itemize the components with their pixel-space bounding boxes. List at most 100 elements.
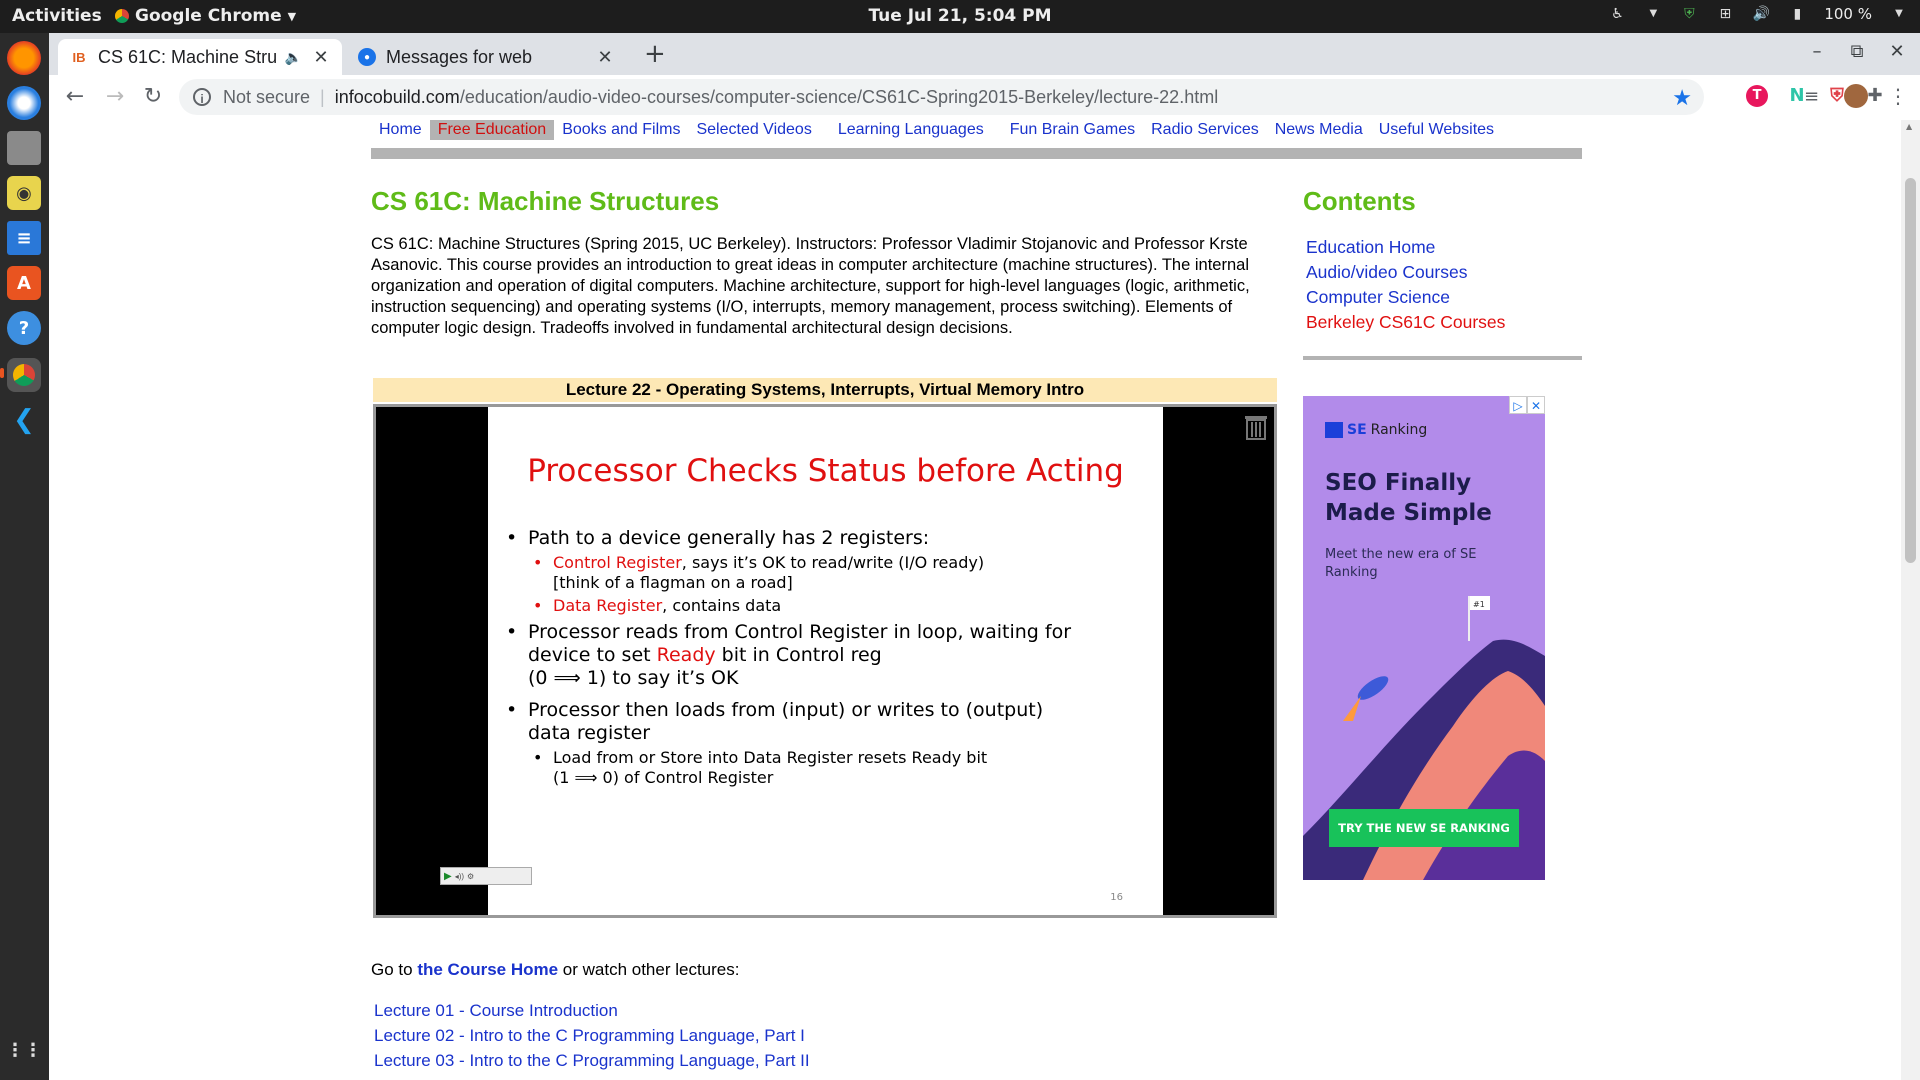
url-host: infocobuild.com <box>334 86 460 107</box>
close-tab-icon[interactable]: ✕ <box>594 47 616 68</box>
play-icon[interactable]: ▶ <box>444 871 452 882</box>
nav-item-useful-websites[interactable]: Useful Websites <box>1371 120 1502 140</box>
volume-icon[interactable]: 🔊 <box>1752 5 1770 23</box>
audio-playing-icon[interactable]: 🔈 <box>285 49 302 66</box>
ad-choices-icon[interactable]: ▷ <box>1509 396 1527 414</box>
system-top-bar: Activities Google Chrome ▼ Tue Jul 21, 5… <box>0 0 1920 33</box>
contents-divider <box>1303 356 1582 360</box>
nav-item-radio-services[interactable]: Radio Services <box>1143 120 1267 140</box>
course-home-link[interactable]: the Course Home <box>417 960 558 979</box>
reload-icon[interactable]: ↻ <box>139 83 167 111</box>
tab-messages[interactable]: ● Messages for web ✕ <box>346 39 626 75</box>
nav-item-selected-videos[interactable]: Selected Videos <box>688 120 819 140</box>
slide-page-number: 16 <box>1110 892 1123 903</box>
help-icon[interactable]: ? <box>7 311 41 345</box>
close-window-icon[interactable]: ✕ <box>1885 41 1909 62</box>
active-app-indicator <box>0 368 4 378</box>
slide-bullet: Processor then loads from (input) or wri… <box>506 699 1088 745</box>
files-icon[interactable] <box>7 131 41 165</box>
lecture-link[interactable]: Lecture 01 - Course Introduction <box>374 998 810 1023</box>
network-icon[interactable]: ⊞ <box>1716 5 1734 23</box>
site-nav: Home Free Education Books and Films Sele… <box>371 120 1502 140</box>
info-icon[interactable]: i <box>193 88 211 106</box>
rhythmbox-icon[interactable]: ◉ <box>7 176 41 210</box>
slide-subbullet: Control Register, says it’s OK to read/w… <box>533 553 993 593</box>
scrollbar-thumb[interactable] <box>1905 178 1916 563</box>
show-apps-icon[interactable]: ⋮⋮ <box>6 1033 42 1067</box>
thunderbird-icon[interactable] <box>7 86 41 120</box>
nav-item-books-and-films[interactable]: Books and Films <box>554 120 688 140</box>
accessibility-icon[interactable]: ♿ <box>1608 5 1626 23</box>
contents-links: Education Home Audio/video Courses Compu… <box>1306 235 1505 335</box>
contents-link-computer-science[interactable]: Computer Science <box>1306 285 1505 310</box>
close-tab-icon[interactable]: ✕ <box>310 47 332 68</box>
tab-title: Messages for web <box>386 46 533 67</box>
scroll-up-icon[interactable]: ▲ <box>1906 122 1912 131</box>
address-bar[interactable]: i Not secure | infocobuild.com/education… <box>179 79 1704 115</box>
ad-choices[interactable]: ▷ ✕ <box>1509 396 1545 414</box>
archive-icon[interactable] <box>1244 413 1268 441</box>
page-scrollbar[interactable]: ▲ <box>1901 120 1920 1080</box>
system-tray[interactable]: ♿ ▼ ⛨ ⊞ 🔊 ▮ 100 % ▼ <box>1608 5 1908 23</box>
dock: ◉ ≡ A ? ❮ ⋮⋮ <box>0 33 49 1080</box>
firefox-icon[interactable] <box>7 41 41 75</box>
bar-chart-icon <box>1325 422 1343 438</box>
nav-item-free-education[interactable]: Free Education <box>429 120 555 140</box>
advertisement[interactable]: ▷ ✕ SE Ranking SEO Finally Made Simple Me… <box>1303 396 1545 880</box>
volume-icon[interactable]: ◂)) <box>455 872 464 881</box>
contents-link-education-home[interactable]: Education Home <box>1306 235 1505 260</box>
nav-item-home[interactable]: Home <box>371 120 430 140</box>
maximize-icon[interactable]: ⧉ <box>1845 41 1869 62</box>
chevron-down-icon: ▼ <box>1649 8 1658 19</box>
player-controls[interactable]: ▶ ◂)) ⚙ <box>440 867 532 885</box>
extension-t-icon[interactable]: T <box>1746 85 1768 107</box>
security-label[interactable]: Not secure <box>223 87 310 108</box>
lecture-link[interactable]: Lecture 03 - Intro to the C Programming … <box>374 1048 810 1073</box>
browser-menu-icon[interactable]: ⋮ <box>1888 84 1908 108</box>
browser-frame: IB CS 61C: Machine Struc 🔈 ✕ ● Messages … <box>49 33 1920 121</box>
chevron-down-icon: ▼ <box>1895 8 1903 19</box>
back-arrow-icon[interactable]: ← <box>61 83 89 111</box>
page-title: CS 61C: Machine Structures <box>371 186 720 216</box>
chrome-dock-icon[interactable] <box>7 358 41 392</box>
ad-brand: SE Ranking <box>1325 422 1427 438</box>
ad-close-icon[interactable]: ✕ <box>1527 396 1545 414</box>
activities-button[interactable]: Activities <box>12 6 102 26</box>
lecture-title: Lecture 22 - Operating Systems, Interrup… <box>373 378 1277 402</box>
video-player[interactable]: Processor Checks Status before Acting Pa… <box>373 404 1277 918</box>
app-menu[interactable]: Google Chrome ▼ <box>115 6 296 26</box>
slide-subbullet: Load from or Store into Data Register re… <box>533 748 1033 788</box>
bookmark-star-icon[interactable]: ★ <box>1672 85 1692 111</box>
url-path: /education/audio-video-courses/computer-… <box>459 86 1219 107</box>
chrome-icon <box>115 9 129 23</box>
nav-item-news-media[interactable]: News Media <box>1267 120 1371 140</box>
media-control-icon[interactable]: ≡ <box>1804 86 1819 107</box>
avatar[interactable] <box>1844 84 1868 108</box>
software-icon[interactable]: A <box>7 266 41 300</box>
shield-icon[interactable]: ⛨ <box>1680 5 1698 23</box>
ad-headline: SEO Finally Made Simple <box>1325 470 1492 526</box>
course-home-prompt: Go to the Course Home or watch other lec… <box>371 960 740 979</box>
chevron-down-icon: ▼ <box>287 9 297 23</box>
slide-title: Processor Checks Status before Acting <box>527 453 1124 489</box>
forward-arrow-icon[interactable]: → <box>101 83 129 111</box>
infocobuild-favicon-icon: IB <box>72 49 86 65</box>
lecture-slide: Processor Checks Status before Acting Pa… <box>488 407 1163 915</box>
slide-bullet: Processor reads from Control Register in… <box>506 621 1088 690</box>
contents-link-berkeley-cs61c[interactable]: Berkeley CS61C Courses <box>1306 310 1505 335</box>
slide-bullet: Path to a device generally has 2 registe… <box>506 527 1128 550</box>
battery-icon[interactable]: ▮ <box>1788 5 1806 23</box>
settings-icon[interactable]: ⚙ <box>467 872 474 881</box>
app-name: Google Chrome <box>135 6 282 26</box>
lecture-link[interactable]: Lecture 02 - Intro to the C Programming … <box>374 1023 810 1048</box>
tab-cs61c[interactable]: IB CS 61C: Machine Struc 🔈 ✕ <box>58 39 342 75</box>
nav-item-fun-brain-games[interactable]: Fun Brain Games <box>1002 120 1143 140</box>
divider: | <box>320 86 325 107</box>
writer-icon[interactable]: ≡ <box>7 221 41 255</box>
contents-link-audio-video[interactable]: Audio/video Courses <box>1306 260 1505 285</box>
new-tab-button[interactable]: + <box>644 39 666 69</box>
minimize-icon[interactable]: – <box>1805 41 1829 62</box>
vscode-icon[interactable]: ❮ <box>7 403 41 437</box>
ad-cta-button[interactable]: TRY THE NEW SE RANKING <box>1329 809 1519 847</box>
nav-item-learning-languages[interactable]: Learning Languages <box>830 120 992 140</box>
